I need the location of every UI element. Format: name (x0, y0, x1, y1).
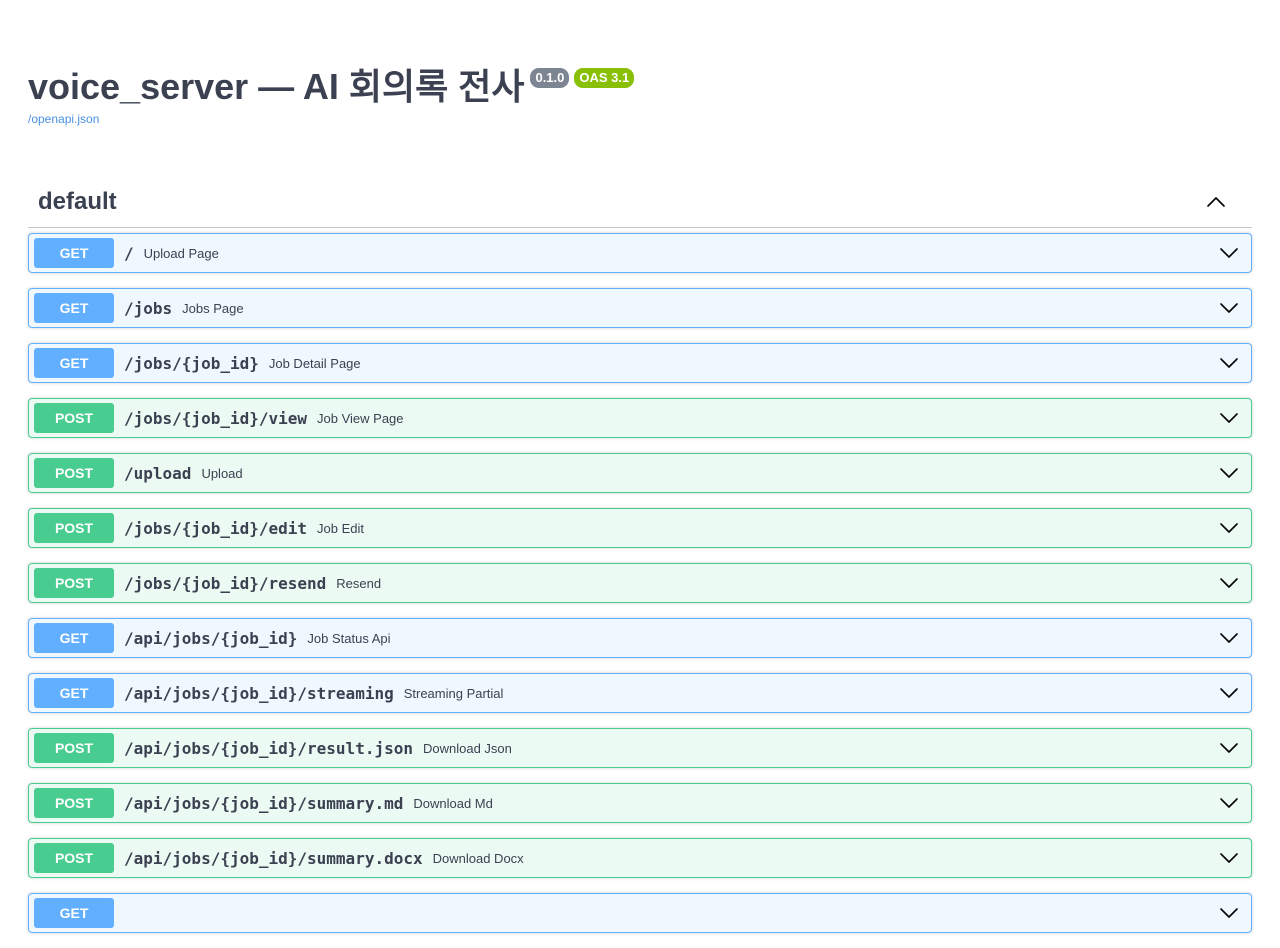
operation-summary: Jobs Page (182, 300, 244, 316)
operation-row-7[interactable]: GET /api/jobs/{job_id} Job Status Api (28, 618, 1252, 658)
operation-summary: Download Json (422, 740, 512, 756)
operation-summary: Job View Page (317, 410, 404, 426)
operation-path: /jobs/{job_id}/view (124, 408, 308, 428)
method-badge: GET (34, 678, 114, 708)
operation-summary: Upload (201, 465, 243, 481)
operation-row-10[interactable]: POST /api/jobs/{job_id}/summary.md Downl… (28, 783, 1252, 823)
operation-summary: Streaming Partial (403, 685, 504, 701)
page-title: voice_server — AI 회의록 전사 (28, 66, 525, 107)
operation-row-6[interactable]: POST /jobs/{job_id}/resend Resend (28, 563, 1252, 603)
method-badge: GET (34, 623, 114, 653)
operation-row-0[interactable]: GET / Upload Page (28, 233, 1252, 273)
method-badge: POST (34, 788, 114, 818)
openapi-json-link[interactable]: /openapi.json (28, 112, 1252, 126)
method-badge: GET (34, 348, 114, 378)
chevron-down-icon[interactable] (1219, 683, 1239, 703)
operation-path: /api/jobs/{job_id} (124, 628, 298, 648)
method-badge: POST (34, 733, 114, 763)
operation-summary: Resend (336, 575, 382, 591)
chevron-down-icon[interactable] (1219, 353, 1239, 373)
chevron-down-icon[interactable] (1219, 298, 1239, 318)
method-badge: GET (34, 293, 114, 323)
operation-summary: Download Md (413, 795, 493, 811)
operation-summary: Job Status Api (307, 630, 391, 646)
title-row: voice_server — AI 회의록 전사 0.1.0 OAS 3.1 (28, 64, 1252, 110)
oas-badge: OAS 3.1 (574, 68, 635, 88)
method-badge: GET (34, 238, 114, 268)
tag-section-default: default GET / Upload Page GET /jobs Jobs… (28, 177, 1252, 948)
operation-path: /upload (124, 463, 192, 483)
tag-name: default (38, 188, 117, 215)
operation-row-9[interactable]: POST /api/jobs/{job_id}/result.json Down… (28, 728, 1252, 768)
operation-path: /jobs/{job_id}/resend (124, 573, 327, 593)
chevron-down-icon[interactable] (1219, 848, 1239, 868)
operation-path: /api/jobs/{job_id}/summary.docx (124, 848, 423, 868)
operations-list: GET / Upload Page GET /jobs Jobs Page GE… (28, 233, 1252, 933)
swagger-ui: voice_server — AI 회의록 전사 0.1.0 OAS 3.1 /… (0, 0, 1280, 152)
tag-header[interactable]: default (28, 177, 1252, 228)
operation-path: /api/jobs/{job_id}/result.json (124, 738, 413, 758)
operation-path: /api/jobs/{job_id}/streaming (124, 683, 394, 703)
api-info: voice_server — AI 회의록 전사 0.1.0 OAS 3.1 /… (28, 0, 1252, 152)
chevron-down-icon[interactable] (1219, 463, 1239, 483)
operation-row-2[interactable]: GET /jobs/{job_id} Job Detail Page (28, 343, 1252, 383)
method-badge: POST (34, 513, 114, 543)
chevron-down-icon[interactable] (1219, 903, 1239, 923)
operation-path: /jobs/{job_id} (124, 353, 259, 373)
method-badge: POST (34, 568, 114, 598)
method-badge: POST (34, 843, 114, 873)
chevron-down-icon[interactable] (1219, 243, 1239, 263)
method-badge: POST (34, 403, 114, 433)
operation-summary: Upload Page (143, 245, 219, 261)
operation-row-8[interactable]: GET /api/jobs/{job_id}/streaming Streami… (28, 673, 1252, 713)
operation-path: / (124, 243, 134, 263)
method-badge: GET (34, 898, 114, 928)
operation-row-4[interactable]: POST /upload Upload (28, 453, 1252, 493)
chevron-down-icon[interactable] (1219, 793, 1239, 813)
chevron-down-icon[interactable] (1219, 738, 1239, 758)
chevron-down-icon[interactable] (1219, 628, 1239, 648)
operation-path: /api/jobs/{job_id}/summary.md (124, 793, 404, 813)
operation-summary: Job Edit (317, 520, 365, 536)
version-badges: 0.1.0 OAS 3.1 (530, 68, 639, 88)
operation-path: /jobs/{job_id}/edit (124, 518, 308, 538)
chevron-up-icon[interactable] (1204, 190, 1228, 214)
operation-summary: Download Docx (432, 850, 524, 866)
operation-row-11[interactable]: POST /api/jobs/{job_id}/summary.docx Dow… (28, 838, 1252, 878)
method-badge: POST (34, 458, 114, 488)
operation-row-3[interactable]: POST /jobs/{job_id}/view Job View Page (28, 398, 1252, 438)
operation-row-1[interactable]: GET /jobs Jobs Page (28, 288, 1252, 328)
chevron-down-icon[interactable] (1219, 408, 1239, 428)
operation-path: /jobs (124, 298, 173, 318)
chevron-down-icon[interactable] (1219, 518, 1239, 538)
operation-summary: Job Detail Page (268, 355, 361, 371)
version-badge: 0.1.0 (530, 68, 570, 88)
operation-row-5[interactable]: POST /jobs/{job_id}/edit Job Edit (28, 508, 1252, 548)
chevron-down-icon[interactable] (1219, 573, 1239, 593)
operation-row-12[interactable]: GET (28, 893, 1252, 933)
